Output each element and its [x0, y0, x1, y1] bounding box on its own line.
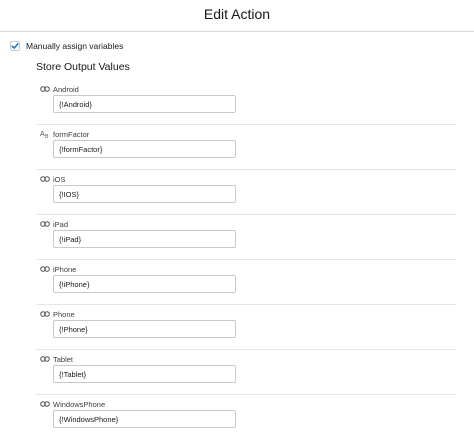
output-label: WindowsPhone [53, 400, 106, 409]
output-row-tablet: Tablet [36, 350, 456, 395]
boolean-icon [40, 221, 50, 231]
output-label: Android [53, 85, 79, 94]
boolean-icon [40, 401, 50, 411]
manual-assign-checkbox[interactable] [10, 41, 20, 51]
output-row-formfactor: AB formFactor [36, 125, 456, 170]
output-label: iPhone [53, 265, 77, 274]
output-input-ipad[interactable] [53, 230, 236, 248]
output-label: iOS [53, 175, 66, 184]
output-row-windowsphone: WindowsPhone [36, 395, 456, 440]
manual-assign-label: Manually assign variables [26, 41, 124, 51]
output-input-windowsphone[interactable] [53, 410, 236, 428]
output-list: Android AB formFactor iOS iPad iPhone Ph… [36, 80, 456, 440]
output-label: formFactor [53, 130, 90, 139]
boolean-icon [40, 86, 50, 96]
output-input-phone[interactable] [53, 320, 236, 338]
check-icon [11, 43, 19, 49]
output-input-formfactor[interactable] [53, 140, 236, 158]
page-title: Edit Action [203, 6, 271, 22]
output-label: Phone [53, 310, 75, 319]
boolean-icon [40, 266, 50, 276]
output-row-phone: Phone [36, 305, 456, 350]
output-input-android[interactable] [53, 95, 236, 113]
output-row-ipad: iPad [36, 215, 456, 260]
output-row-android: Android [36, 80, 456, 125]
output-row-iphone: iPhone [36, 260, 456, 305]
output-input-tablet[interactable] [53, 365, 236, 383]
output-input-ios[interactable] [53, 185, 236, 203]
manual-assign-row[interactable]: Manually assign variables [10, 39, 123, 53]
boolean-icon [40, 311, 50, 321]
boolean-icon [40, 176, 50, 186]
output-row-ios: iOS [36, 170, 456, 215]
output-input-iphone[interactable] [53, 275, 236, 293]
output-label: iPad [53, 220, 69, 229]
text-icon: AB [40, 131, 49, 140]
boolean-icon [40, 356, 50, 366]
output-label: Tablet [53, 355, 74, 364]
modal-header: Edit Action [0, 0, 474, 32]
section-title: Store Output Values [36, 61, 130, 73]
